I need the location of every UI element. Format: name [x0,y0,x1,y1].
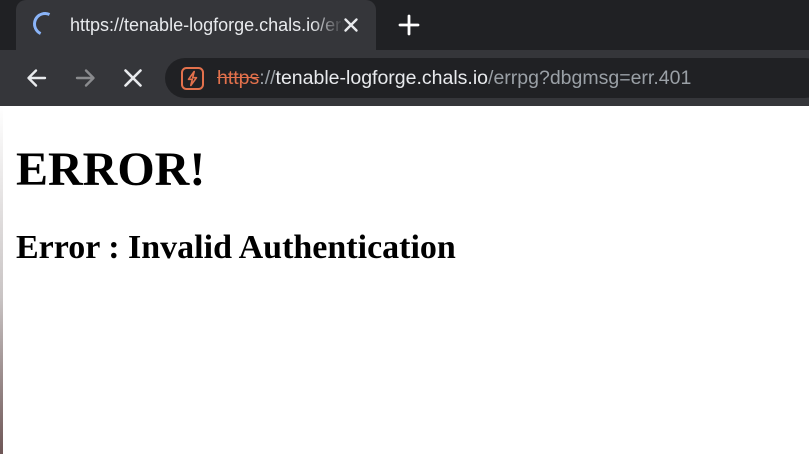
tab-active[interactable]: https://tenable-logforge.chals.io/errpg?… [16,0,376,50]
url-text[interactable]: https://tenable-logforge.chals.io/errpg?… [217,66,691,90]
page-content: ERROR! Error : Invalid Authentication [0,106,809,454]
loading-spinner-icon [29,8,61,40]
url-path: /errpg?dbgmsg=err.401 [488,67,692,89]
forward-arrow-icon[interactable] [71,64,99,92]
address-bar[interactable]: https://tenable-logforge.chals.io/errpg?… [165,58,809,98]
browser-toolbar: https://tenable-logforge.chals.io/errpg?… [0,50,809,106]
tab-strip: https://tenable-logforge.chals.io/errpg?… [0,0,809,50]
new-tab-icon[interactable] [396,12,422,38]
page-left-edge [0,106,3,454]
url-scheme: https [217,67,260,89]
back-arrow-icon[interactable] [23,64,51,92]
error-heading: ERROR! [16,143,206,196]
url-separator: :// [259,67,276,89]
url-host: tenable-logforge.chals.io [275,67,489,89]
tab-title: https://tenable-logforge.chals.io/errpg?… [70,15,344,35]
browser-window: https://tenable-logforge.chals.io/errpg?… [0,0,809,454]
not-secure-icon[interactable] [180,66,205,91]
close-tab-icon[interactable] [339,13,363,37]
stop-loading-icon[interactable] [119,64,147,92]
error-message: Error : Invalid Authentication [16,229,456,266]
